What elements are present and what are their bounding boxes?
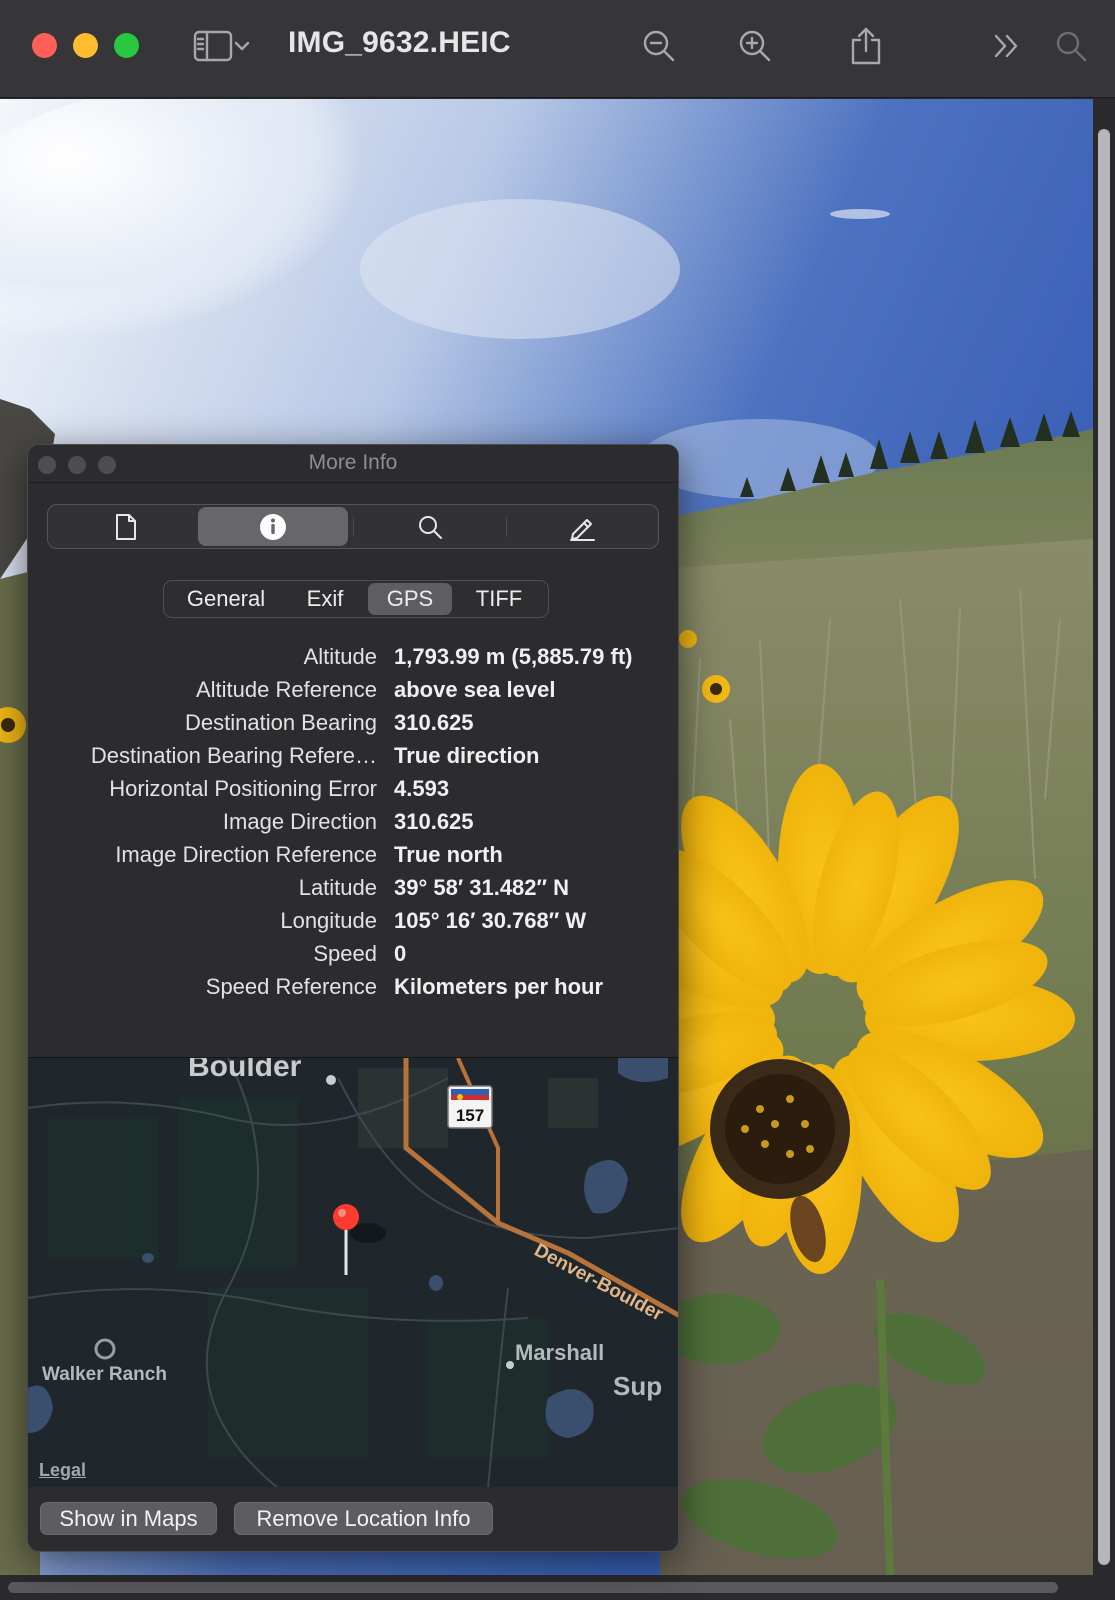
panel-title-bar[interactable]: More Info — [28, 445, 678, 483]
property-value: 4.593 — [394, 776, 450, 801]
tab-general[interactable]: General — [168, 583, 284, 615]
inspector-segmented-control — [47, 504, 659, 549]
overflow-chevron-icon[interactable] — [985, 24, 1029, 68]
property-label: Altitude — [303, 644, 377, 669]
window-toolbar: IMG_9632.HEIC — [0, 0, 1115, 98]
document-icon[interactable] — [51, 507, 201, 546]
more-info-panel: More Info General Exif GPS TIFF Altitude… — [27, 444, 679, 1552]
property-row: Destination Bearing Refere… True directio… — [28, 739, 678, 772]
property-value: 105° 16′ 30.768″ W — [394, 908, 587, 933]
map-label-town: Marshall — [515, 1340, 604, 1365]
property-value: 39° 58′ 31.482″ N — [394, 875, 570, 900]
search-icon[interactable] — [355, 507, 505, 546]
property-label: Image Direction Reference — [115, 842, 377, 867]
chevron-down-icon[interactable] — [230, 24, 254, 68]
map-label-town-partial: Sup — [613, 1371, 662, 1401]
map-legal-link[interactable]: Legal — [39, 1460, 86, 1481]
gps-property-list: Altitude 1,793.99 m (5,885.79 ft) Altitud… — [28, 640, 678, 1003]
property-label: Destination Bearing — [184, 710, 377, 735]
property-row: Image Direction 310.625 — [28, 805, 678, 838]
tab-gps[interactable]: GPS — [368, 583, 452, 615]
property-value: Kilometers per hour — [394, 974, 604, 999]
map-label-park: Walker Ranch — [42, 1364, 167, 1385]
metadata-tabs: General Exif GPS TIFF — [163, 580, 549, 618]
tab-tiff[interactable]: TIFF — [454, 583, 544, 615]
property-row: Altitude 1,793.99 m (5,885.79 ft) — [28, 640, 678, 673]
property-row: Latitude 39° 58′ 31.482″ N — [28, 871, 678, 904]
share-icon[interactable] — [844, 24, 888, 68]
property-value: 310.625 — [394, 710, 474, 735]
property-row: Altitude Reference above sea level — [28, 673, 678, 706]
property-row: Destination Bearing 310.625 — [28, 706, 678, 739]
panel-title: More Info — [308, 451, 398, 474]
zoom-window-button[interactable] — [114, 33, 139, 58]
property-label: Horizontal Positioning Error — [109, 776, 377, 801]
info-icon[interactable] — [198, 507, 348, 546]
horizontal-scrollbar-thumb[interactable] — [8, 1582, 1058, 1593]
tab-exif[interactable]: Exif — [284, 583, 366, 615]
property-value: True north — [394, 842, 503, 867]
property-row: Image Direction Reference True north — [28, 838, 678, 871]
property-value: 310.625 — [394, 809, 474, 834]
search-icon[interactable] — [1049, 24, 1093, 68]
pencil-icon[interactable] — [507, 507, 657, 546]
property-label: Speed — [313, 941, 377, 966]
property-row: Speed Reference Kilometers per hour — [28, 970, 678, 1003]
map-label-city: Boulder — [188, 1058, 302, 1083]
property-value: 0 — [394, 941, 407, 966]
property-label: Destination Bearing Refere… — [90, 743, 377, 768]
property-label: Speed Reference — [205, 974, 377, 999]
property-row: Speed 0 — [28, 937, 678, 970]
property-row: Longitude 105° 16′ 30.768″ W — [28, 904, 678, 937]
property-value: above sea level — [394, 677, 556, 702]
sidebar-toggle-icon[interactable] — [191, 24, 235, 68]
minimize-window-button[interactable] — [73, 33, 98, 58]
vertical-scrollbar[interactable] — [1093, 99, 1115, 1575]
remove-location-info-button[interactable]: Remove Location Info — [234, 1502, 493, 1535]
show-in-maps-button[interactable]: Show in Maps — [40, 1502, 217, 1535]
property-value: 1,793.99 m (5,885.79 ft) — [394, 644, 633, 669]
property-label: Image Direction — [222, 809, 377, 834]
horizontal-scrollbar[interactable] — [0, 1575, 1115, 1600]
close-window-button[interactable] — [32, 33, 57, 58]
zoom-out-icon[interactable] — [637, 24, 681, 68]
property-label: Longitude — [280, 908, 377, 933]
highway-shield-number: 157 — [456, 1106, 484, 1125]
vertical-scrollbar-thumb[interactable] — [1098, 129, 1110, 1565]
property-value: True direction — [394, 743, 540, 768]
property-row: Horizontal Positioning Error 4.593 — [28, 772, 678, 805]
window-title: IMG_9632.HEIC — [288, 26, 511, 59]
property-label: Altitude Reference — [196, 677, 377, 702]
property-label: Latitude — [298, 875, 377, 900]
location-map[interactable]: 157 Boulder Denver-Boulder Marshall Sup … — [28, 1057, 678, 1487]
zoom-in-icon[interactable] — [733, 24, 777, 68]
